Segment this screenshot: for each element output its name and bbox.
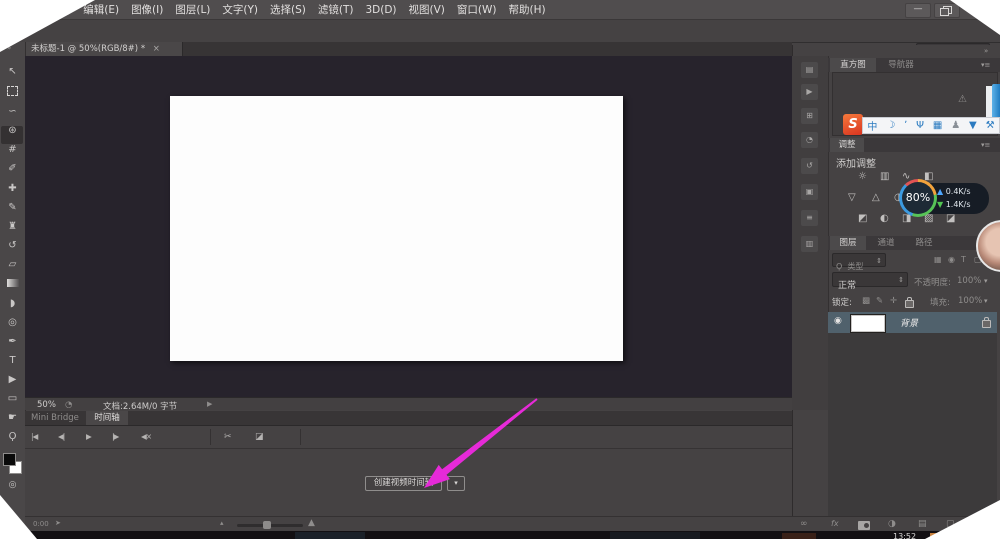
photo-corner (950, 0, 1000, 35)
photoshop-window: 文件(F) 编辑(E) 图像(I) 图层(L) 文字(Y) 选择(S) 滤镜(T… (0, 0, 1000, 539)
annotation-arrow (424, 398, 538, 488)
photo-corner (0, 0, 95, 52)
photo-corner (925, 500, 1000, 539)
photo-corner (0, 495, 37, 539)
